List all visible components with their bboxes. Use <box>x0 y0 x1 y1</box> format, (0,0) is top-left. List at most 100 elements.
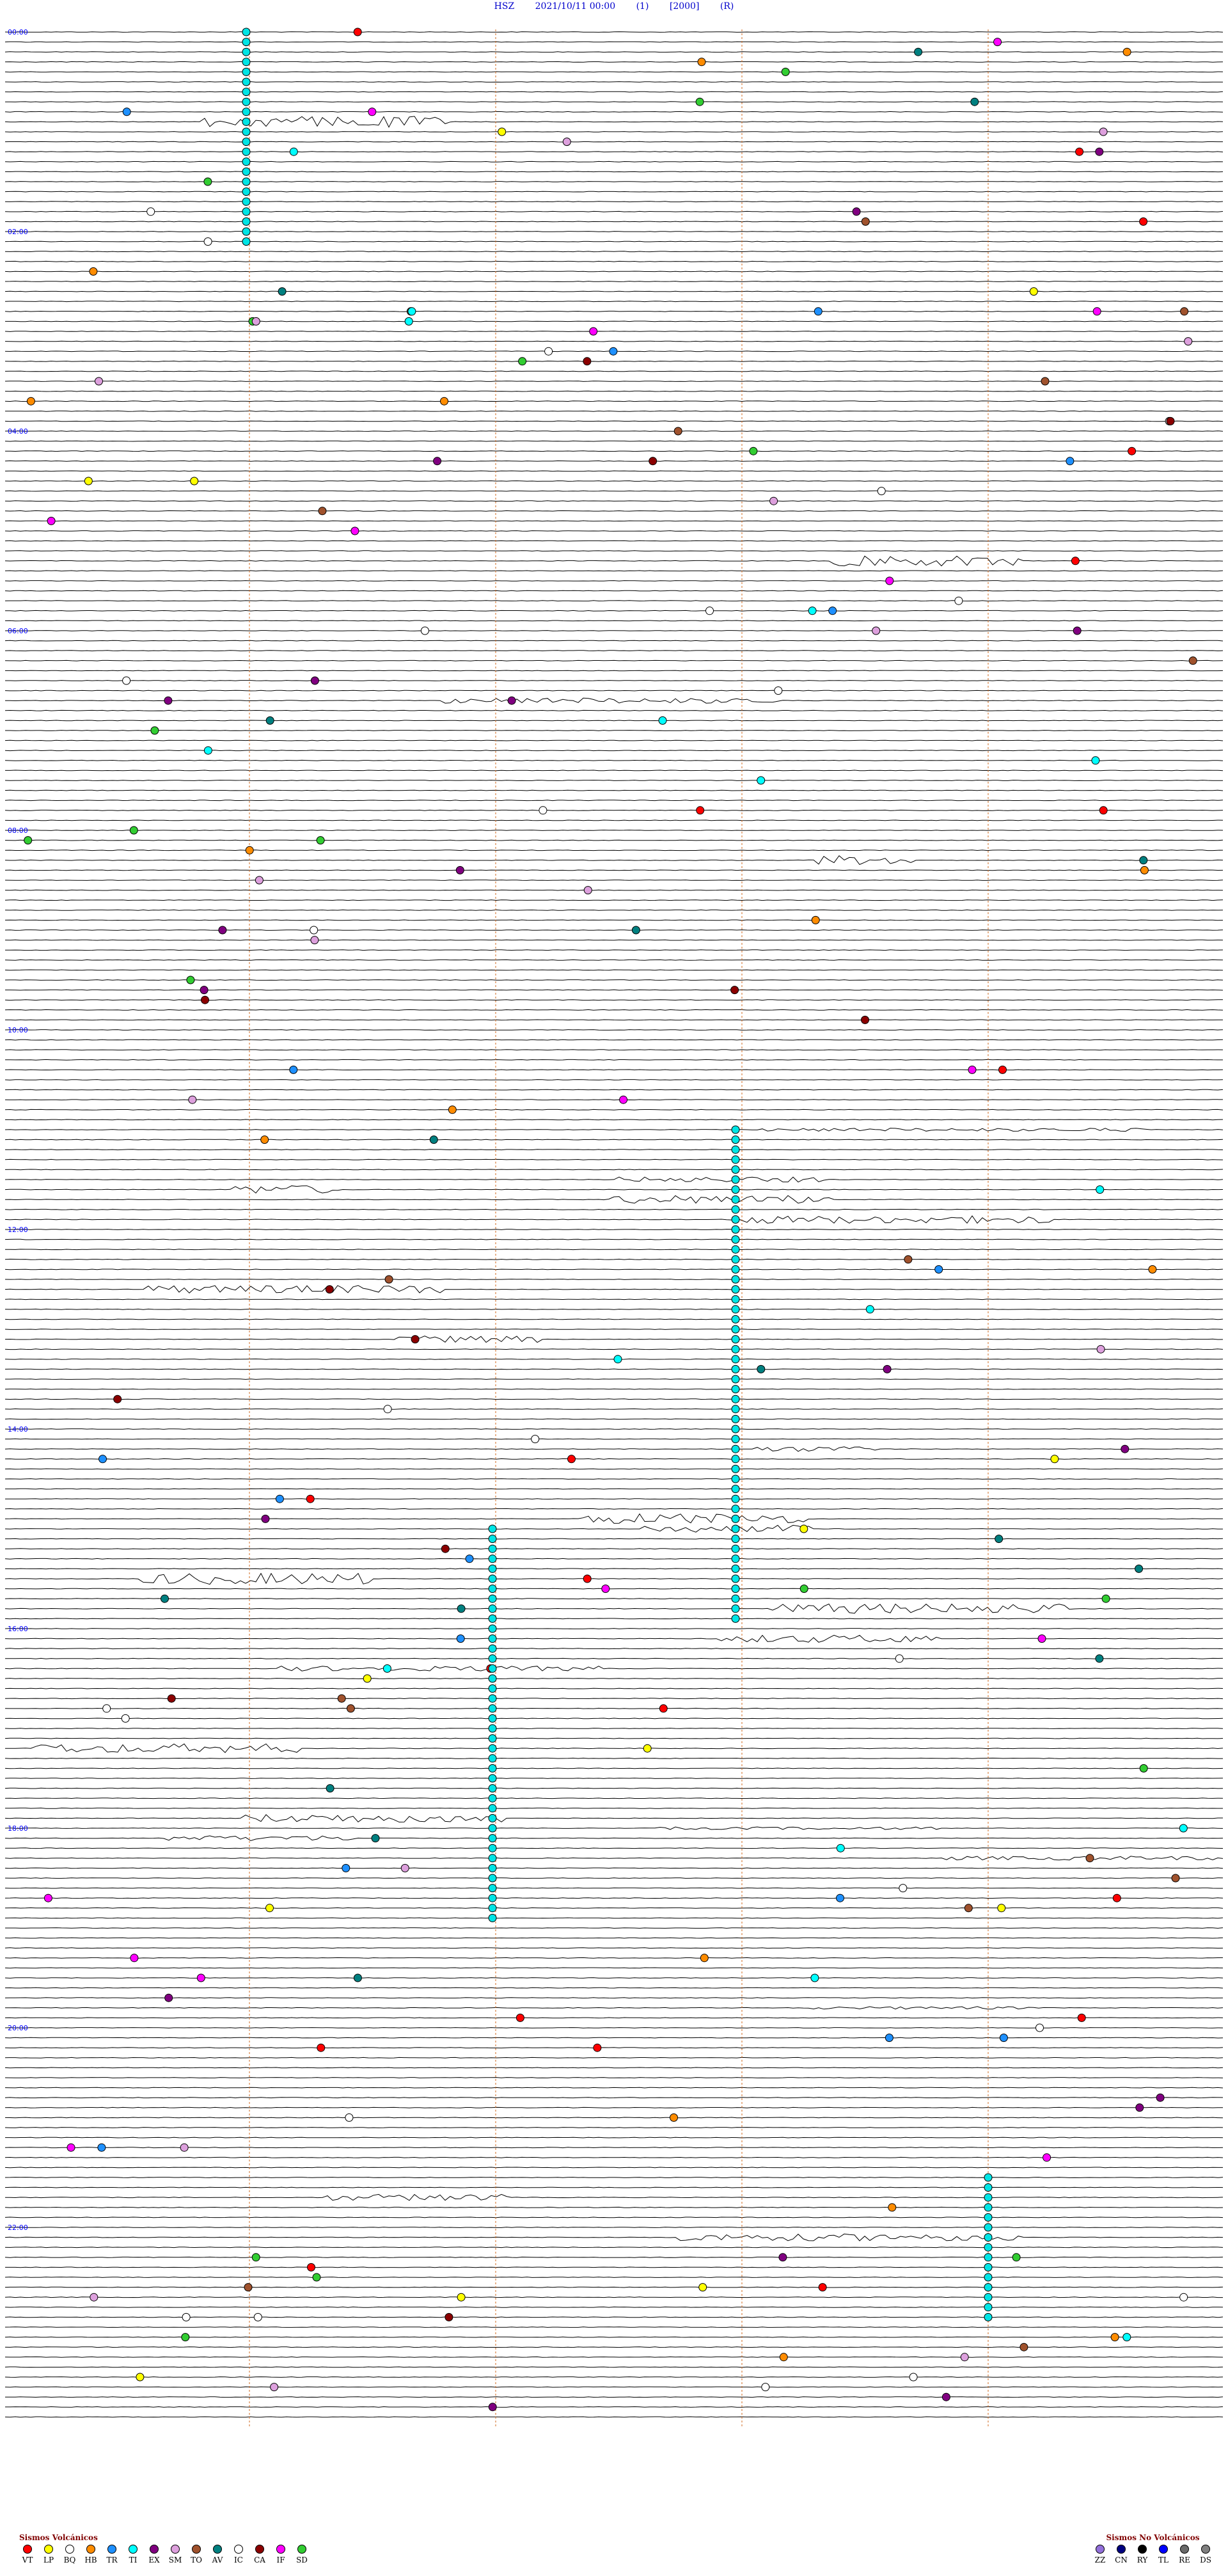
event-marker <box>539 806 547 815</box>
event-marker <box>731 1165 740 1174</box>
event-marker <box>1095 1654 1104 1663</box>
hour-label: 06:00 <box>8 627 28 635</box>
event-marker <box>440 397 448 406</box>
event-marker <box>814 307 823 316</box>
seismogram-canvas: 00:00 02:00 04:00 06:00 08:00 10:00 12:00 14:00… <box>4 28 1224 2427</box>
hour-label: 14:00 <box>8 1425 28 1434</box>
legend-nonvolcanic-item: RY <box>1134 2545 1151 2564</box>
event-marker <box>1092 307 1101 316</box>
event-marker <box>242 28 251 36</box>
trace-lines <box>4 31 1224 2418</box>
event-marker <box>289 147 298 156</box>
legend-nonvolcanic-items: ZZ CN RY TL RE DS <box>1092 2545 1214 2564</box>
event-marker <box>731 1275 740 1284</box>
event-marker <box>465 1554 474 1563</box>
event-marker <box>488 1844 497 1853</box>
event-marker <box>113 1395 122 1403</box>
event-marker <box>1075 147 1084 156</box>
event-marker <box>457 2293 466 2302</box>
event-marker <box>731 1315 740 1324</box>
event-marker <box>1112 1893 1121 1902</box>
event-marker <box>731 1235 740 1244</box>
event-marker <box>731 1355 740 1364</box>
event-marker <box>1135 2103 1144 2112</box>
event-marker <box>970 97 979 106</box>
event-marker <box>325 1285 334 1294</box>
event-marker <box>242 138 251 146</box>
event-marker <box>289 1065 298 1074</box>
event-marker <box>731 1175 740 1184</box>
event-marker <box>516 2013 524 2022</box>
event-marker <box>90 2293 98 2302</box>
event-marker <box>1095 147 1104 156</box>
event-marker <box>583 886 592 895</box>
event-marker <box>244 2283 253 2292</box>
hour-label: 12:00 <box>8 1226 28 1234</box>
legend-nonvolcanic-item: DS <box>1197 2545 1214 2564</box>
event-marker <box>265 1904 274 1913</box>
event-marker <box>488 1834 497 1843</box>
legend-nonvolcanic-swatch <box>1096 2545 1105 2554</box>
event-marker <box>242 127 251 136</box>
legend-volcanic-swatch <box>213 2545 222 2554</box>
event-marker <box>488 1584 497 1593</box>
event-marker <box>488 1634 497 1643</box>
event-marker <box>488 1664 497 1673</box>
event-marker <box>1043 2153 1051 2162</box>
event-marker <box>265 716 274 725</box>
legend-volcanic-swatch <box>23 2545 32 2554</box>
legend-volcanic-item: IF <box>272 2545 289 2564</box>
event-marker <box>1156 2093 1165 2102</box>
event-marker <box>695 97 704 106</box>
event-marker <box>909 2373 918 2382</box>
legend-volcanic-label: SD <box>296 2556 308 2564</box>
event-marker <box>368 107 377 116</box>
event-marker <box>488 1874 497 1883</box>
legend-volcanic-label: SM <box>168 2556 182 2564</box>
event-marker <box>941 2392 950 2401</box>
hour-label: 20:00 <box>8 2024 28 2032</box>
event-marker <box>749 446 758 455</box>
event-marker <box>1085 1854 1094 1863</box>
legend-volcanic-swatch <box>171 2545 180 2554</box>
event-marker <box>441 1544 450 1553</box>
event-marker <box>203 237 212 246</box>
event-marker <box>984 2263 993 2272</box>
hour-label: 08:00 <box>8 826 28 835</box>
event-marker <box>731 1584 740 1593</box>
event-marker <box>631 926 640 935</box>
event-marker <box>731 1145 740 1154</box>
event-marker <box>253 2312 262 2321</box>
event-marker <box>1128 446 1137 455</box>
event-marker <box>613 1355 622 1364</box>
event-marker <box>89 267 98 276</box>
event-marker <box>659 1704 668 1713</box>
event-marker <box>781 67 790 76</box>
event-marker <box>888 2203 897 2212</box>
event-marker <box>731 1535 740 1544</box>
event-marker <box>488 1813 497 1822</box>
event-marker <box>488 1884 497 1893</box>
event-marker <box>488 1893 497 1902</box>
event-marker <box>242 207 251 216</box>
legend-volcanic-item: VT <box>19 2545 36 2564</box>
event-marker <box>731 1255 740 1264</box>
event-marker <box>407 307 416 316</box>
event-marker <box>400 1863 409 1872</box>
event-marker <box>488 1764 497 1773</box>
event-marker <box>1180 307 1189 316</box>
event-marker <box>954 596 963 605</box>
event-marker <box>1184 337 1193 346</box>
legend-volcanic-swatch <box>150 2545 159 2554</box>
event-marker <box>203 746 212 755</box>
event-marker <box>1066 457 1074 466</box>
event-marker <box>731 1345 740 1354</box>
event-marker <box>852 207 861 216</box>
event-marker <box>885 576 894 585</box>
event-marker <box>731 1474 740 1483</box>
event-marker <box>488 1604 497 1613</box>
event-marker <box>583 1574 592 1583</box>
event-marker <box>196 1973 205 1982</box>
event-marker <box>984 2253 993 2262</box>
event-marker <box>310 676 319 685</box>
